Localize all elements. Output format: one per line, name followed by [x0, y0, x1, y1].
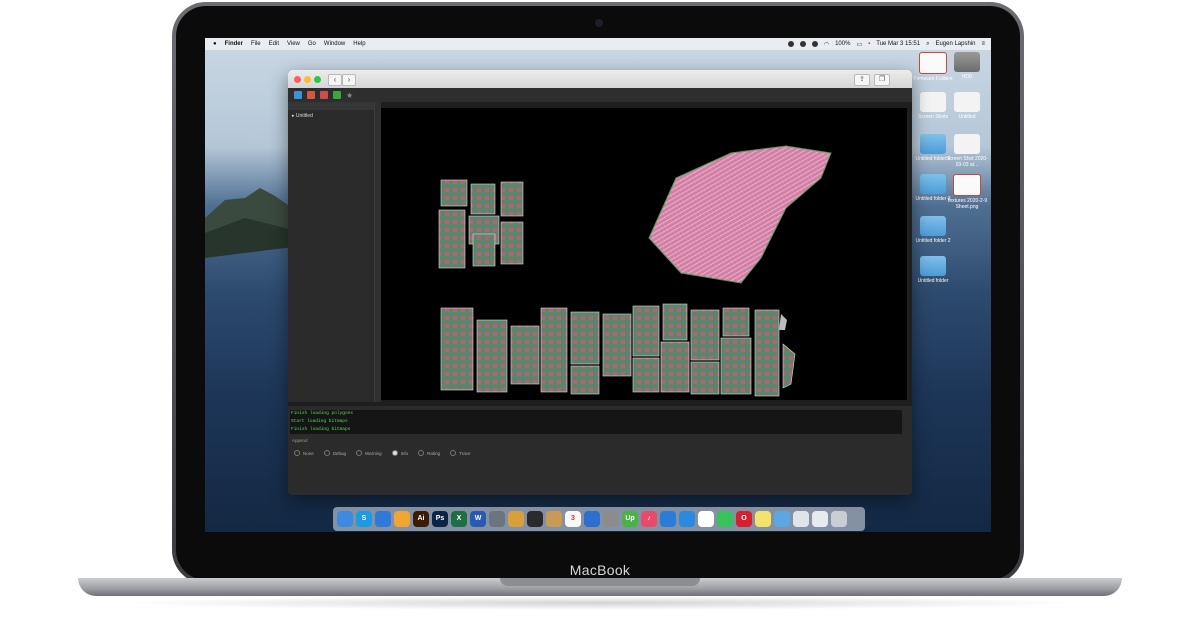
word-icon[interactable]: W [470, 511, 486, 527]
close-icon[interactable] [294, 76, 301, 83]
screen: ● Finder File Edit View Go Window Help ◠… [205, 38, 991, 532]
zoom-icon[interactable] [314, 76, 321, 83]
menu-bar: ● Finder File Edit View Go Window Help ◠… [205, 38, 991, 50]
whatsapp-icon[interactable] [717, 511, 733, 527]
safari-icon[interactable] [375, 511, 391, 527]
illustrator-icon[interactable]: Ai [413, 511, 429, 527]
apple-icon[interactable]: ● [213, 41, 217, 47]
menu-edit[interactable]: Edit [269, 41, 279, 47]
fit-tool-icon[interactable] [333, 91, 341, 99]
menu-view[interactable]: View [287, 41, 300, 47]
rotate-tool-icon[interactable] [320, 91, 328, 99]
radio-debug[interactable]: Debug [323, 450, 346, 456]
title-bar: ‹ › ⇪ ❐ [288, 70, 912, 88]
share-icon[interactable]: ⇪ [854, 74, 870, 86]
star-icon[interactable]: ★ [346, 91, 353, 100]
log-filter-label: Append [292, 438, 308, 443]
log-line: Finish loading polygons [291, 411, 354, 416]
terminal-icon[interactable] [527, 511, 543, 527]
mail-icon[interactable] [660, 511, 676, 527]
desktop-icon[interactable]: Untitled folder [911, 256, 955, 284]
window-icon[interactable]: ❐ [874, 74, 890, 86]
music-icon[interactable]: ♪ [641, 511, 657, 527]
notes-icon[interactable] [546, 511, 562, 527]
image-icon[interactable] [489, 511, 505, 527]
tree-item[interactable]: ▸ Untitled [288, 110, 374, 122]
device-label: MacBook [569, 562, 631, 578]
clock[interactable]: Tue Mar 3 15:51 [876, 41, 920, 47]
status-icon-2[interactable] [799, 41, 806, 47]
scene-panel-header [288, 102, 374, 110]
radio-warning[interactable]: Warning [356, 450, 382, 456]
lid-notch [500, 578, 700, 586]
wifi-icon[interactable]: ◠ [824, 41, 829, 48]
back-button[interactable]: ‹ [328, 74, 342, 86]
skype-icon[interactable]: S [356, 511, 372, 527]
appstore-icon[interactable] [679, 511, 695, 527]
camera-icon [595, 19, 603, 27]
battery-label[interactable]: 100% [835, 41, 850, 47]
stickies-icon[interactable] [755, 511, 771, 527]
radio-none[interactable]: None [294, 450, 314, 456]
downloads-icon[interactable] [793, 511, 809, 527]
trash-icon[interactable] [831, 511, 847, 527]
laptop-shadow [110, 596, 1090, 610]
preview-icon[interactable] [603, 511, 619, 527]
menu-help[interactable]: Help [353, 41, 365, 47]
scene-panel: ▸ Untitled [288, 102, 375, 402]
dock: S Ai Ps X W 3 Up ♪ O [333, 507, 865, 531]
log-line: Finish loading bitmaps [291, 427, 351, 432]
menu-list-icon[interactable]: ≡ [981, 41, 985, 47]
menu-finder[interactable]: Finder [225, 41, 243, 47]
toolbar: ★ [288, 88, 912, 102]
documents-icon[interactable] [812, 511, 828, 527]
menu-file[interactable]: File [251, 41, 261, 47]
status-icon-1[interactable] [787, 41, 794, 47]
search-icon[interactable]: ⌕ [926, 41, 929, 48]
log-output[interactable]: Finish loading polygons Start loading bi… [290, 410, 902, 434]
user-name[interactable]: Eugen Lapshin [935, 41, 975, 47]
desktop-icon[interactable]: Textures 2020-2-9 Sheet.png [945, 174, 989, 210]
status-area: ◠ 100% ▭ ▪ Tue Mar 3 15:51 ⌕ Eugen Lapsh… [787, 38, 985, 50]
sketch-icon[interactable] [394, 511, 410, 527]
menu-window[interactable]: Window [324, 41, 345, 47]
desktop-icon[interactable]: Untitled [945, 92, 989, 120]
minimize-icon[interactable] [304, 76, 311, 83]
move-tool-icon[interactable] [307, 91, 315, 99]
menu-go[interactable]: Go [308, 41, 316, 47]
status-icon-3[interactable] [811, 41, 818, 47]
opera-icon[interactable]: O [736, 511, 752, 527]
sketchbook-icon[interactable] [508, 511, 524, 527]
desktop-icon[interactable]: Screen Shot 2020-03-03 at... [945, 134, 989, 168]
forward-button[interactable]: › [342, 74, 356, 86]
viewport[interactable] [381, 108, 907, 400]
folder-icon[interactable] [774, 511, 790, 527]
cube-tool-icon[interactable] [294, 91, 302, 99]
xcode-icon[interactable] [584, 511, 600, 527]
log-console: Finish loading polygons Start loading bi… [288, 406, 912, 495]
calendar-icon[interactable]: 3 [565, 511, 581, 527]
finder-icon[interactable] [337, 511, 353, 527]
desktop-icon[interactable]: Untitled folder 2 [911, 216, 955, 244]
battery-icon[interactable]: ▭ [856, 41, 862, 48]
radio-info[interactable]: Info [391, 450, 408, 456]
radio-trace[interactable]: Trace [450, 450, 471, 456]
slack-icon[interactable] [698, 511, 714, 527]
excel-icon[interactable]: X [451, 511, 467, 527]
upwork-icon[interactable]: Up [622, 511, 638, 527]
flag-icon[interactable]: ▪ [868, 41, 870, 47]
log-line: Start loading bitmaps [291, 419, 348, 424]
log-level-radios: None Debug Warning Info Rating Trace [294, 450, 471, 456]
radio-rating[interactable]: Rating [418, 450, 440, 456]
uv-layout [438, 145, 832, 397]
app-window: ‹ › ⇪ ❐ ★ ▸ Untitled Finish loading poly… [288, 70, 912, 495]
photoshop-icon[interactable]: Ps [432, 511, 448, 527]
desktop-icon[interactable]: HDD [945, 52, 989, 80]
